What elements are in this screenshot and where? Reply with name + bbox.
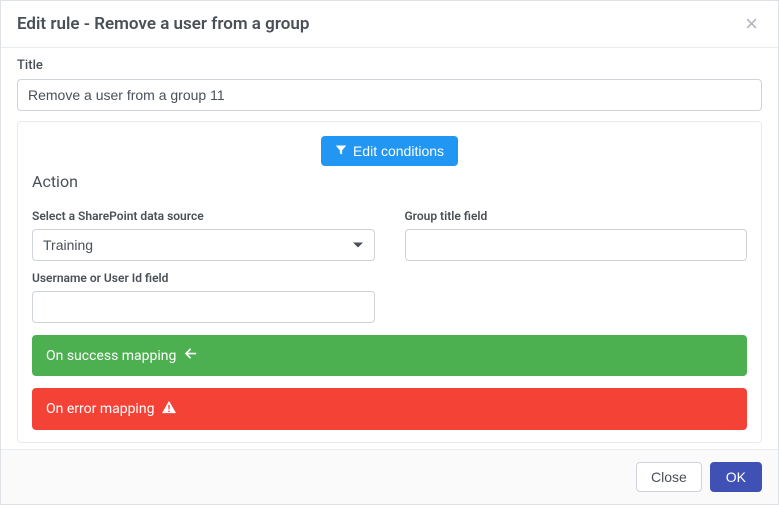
edit-conditions-row: Edit conditions (32, 136, 747, 166)
datasource-select-wrapper: Training (32, 229, 375, 261)
close-icon[interactable]: × (741, 13, 762, 35)
success-mapping-label: On success mapping (46, 348, 176, 364)
success-mapping-button[interactable]: On success mapping (32, 335, 747, 376)
group-title-col: Group title field (405, 209, 748, 261)
fields-row-1: Select a SharePoint data source Training… (32, 209, 747, 261)
edit-conditions-label: Edit conditions (353, 143, 444, 159)
warning-icon (162, 400, 176, 418)
datasource-col: Select a SharePoint data source Training (32, 209, 375, 261)
modal-footer: Close OK (1, 449, 778, 504)
modal-title: Edit rule - Remove a user from a group (17, 14, 309, 34)
error-mapping-button[interactable]: On error mapping (32, 388, 747, 430)
title-group: Title (17, 58, 762, 111)
modal-header: Edit rule - Remove a user from a group × (1, 1, 778, 48)
title-input[interactable] (17, 79, 762, 111)
ok-button[interactable]: OK (710, 462, 762, 492)
action-heading: Action (32, 172, 747, 191)
title-label: Title (17, 58, 762, 73)
fields-row-2: Username or User Id field (32, 271, 747, 323)
username-label: Username or User Id field (32, 271, 375, 285)
modal-body: Title Edit conditions Action Select a Sh… (1, 48, 778, 449)
edit-conditions-button[interactable]: Edit conditions (321, 136, 458, 166)
username-col: Username or User Id field (32, 271, 375, 323)
datasource-label: Select a SharePoint data source (32, 209, 375, 223)
group-title-input[interactable] (405, 229, 748, 261)
group-title-label: Group title field (405, 209, 748, 223)
close-button[interactable]: Close (636, 462, 702, 492)
username-input[interactable] (32, 291, 375, 323)
datasource-select[interactable]: Training (32, 229, 375, 261)
action-card: Edit conditions Action Select a SharePoi… (17, 121, 762, 443)
error-mapping-label: On error mapping (46, 401, 154, 417)
filter-icon (335, 143, 347, 159)
arrow-left-icon (184, 347, 197, 364)
edit-rule-modal: Edit rule - Remove a user from a group ×… (0, 0, 779, 505)
